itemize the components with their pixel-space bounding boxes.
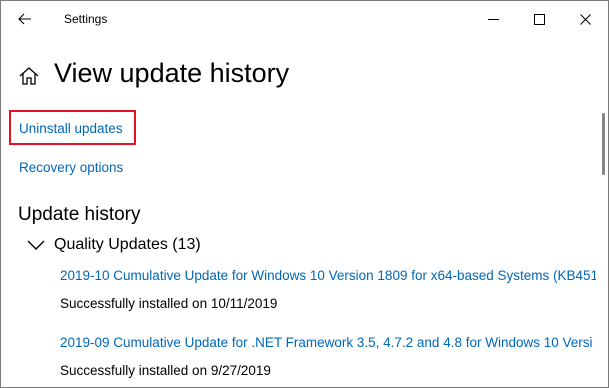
content-area: Settings View update history Uninstall u…	[1, 1, 596, 387]
minimize-button[interactable]	[470, 1, 516, 37]
chevron-down-icon	[27, 240, 45, 250]
section-title: Update history	[18, 204, 141, 225]
window-title: Settings	[64, 12, 108, 26]
update-item-status: Successfully installed on 9/27/2019	[60, 363, 271, 378]
update-item-title[interactable]: 2019-10 Cumulative Update for Windows 10…	[60, 268, 596, 283]
quality-updates-group-toggle[interactable]: Quality Updates (13)	[27, 235, 201, 255]
close-icon	[579, 13, 591, 25]
close-button[interactable]	[562, 1, 608, 37]
home-icon[interactable]	[18, 65, 40, 87]
update-item-title[interactable]: 2019-09 Cumulative Update for .NET Frame…	[60, 335, 593, 350]
settings-window: Settings View update history Uninstall u…	[0, 0, 609, 388]
minimize-icon	[487, 18, 499, 20]
back-button[interactable]	[5, 1, 45, 37]
uninstall-updates-link[interactable]: Uninstall updates	[19, 121, 123, 136]
update-item-status: Successfully installed on 10/11/2019	[60, 296, 278, 311]
page-title: View update history	[54, 58, 290, 88]
group-label: Quality Updates (13)	[54, 236, 201, 253]
back-arrow-icon	[18, 13, 31, 25]
vertical-scrollbar[interactable]	[602, 113, 605, 175]
recovery-options-link[interactable]: Recovery options	[19, 160, 123, 175]
maximize-button[interactable]	[516, 1, 562, 37]
maximize-icon	[533, 13, 545, 25]
